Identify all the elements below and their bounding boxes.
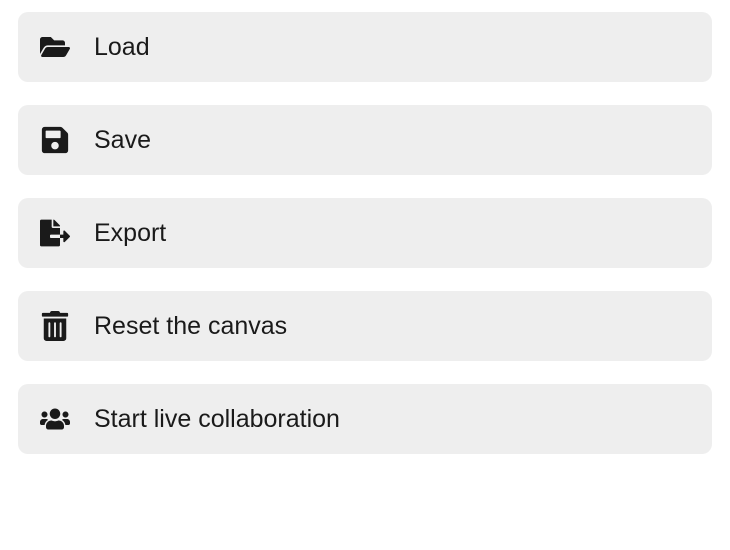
menu-item-label: Save [94,126,151,155]
menu-item-label: Export [94,219,166,248]
trash-icon [40,311,70,341]
menu-item-collaboration[interactable]: Start live collaboration [18,384,712,454]
menu-item-reset-canvas[interactable]: Reset the canvas [18,291,712,361]
save-icon [40,125,70,155]
menu-list: Load Save Export Reset the canvas Start … [18,12,712,454]
menu-item-label: Load [94,33,150,62]
menu-item-load[interactable]: Load [18,12,712,82]
menu-item-label: Reset the canvas [94,312,287,341]
users-icon [40,404,70,434]
menu-item-export[interactable]: Export [18,198,712,268]
export-icon [40,218,70,248]
folder-open-icon [40,32,70,62]
menu-item-label: Start live collaboration [94,405,340,434]
menu-item-save[interactable]: Save [18,105,712,175]
